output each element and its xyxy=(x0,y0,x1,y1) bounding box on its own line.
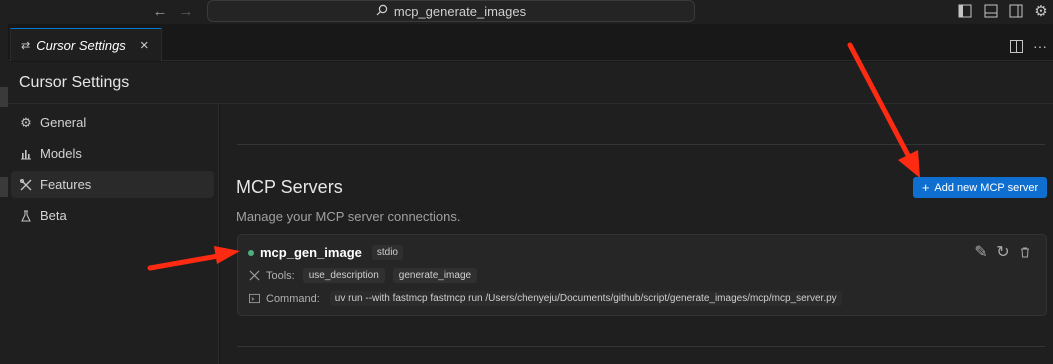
sidebar-item-features[interactable]: Features xyxy=(11,171,214,198)
add-mcp-server-button[interactable]: + Add new MCP server xyxy=(913,177,1047,198)
close-icon[interactable]: × xyxy=(140,37,149,54)
sidebar-item-label: Beta xyxy=(40,208,67,223)
tools-icon xyxy=(248,270,260,282)
refresh-icon[interactable]: ↻ xyxy=(996,244,1010,261)
tab-bar: ⇄ Cursor Settings × ··· xyxy=(8,24,1053,61)
mcp-server-card: mcp_gen_image stdio Tools: use_descripti… xyxy=(237,234,1047,316)
sidebar-item-models[interactable]: Models xyxy=(11,140,214,167)
strip-marker xyxy=(0,87,8,107)
tools-row: Tools: use_description generate_image xyxy=(248,268,478,283)
status-dot xyxy=(248,249,254,256)
search-icon xyxy=(376,4,388,19)
search-text: mcp_generate_images xyxy=(393,3,527,19)
gear-icon: ⚙ xyxy=(20,114,32,130)
sidebar-item-label: Models xyxy=(40,146,82,161)
mcp-section-description: Manage your MCP server connections. xyxy=(236,209,461,224)
bar-chart-icon xyxy=(19,147,33,161)
section-divider xyxy=(237,346,1045,347)
terminal-icon xyxy=(248,293,260,305)
server-header: mcp_gen_image stdio xyxy=(248,245,403,260)
toggle-panel-icon[interactable] xyxy=(983,3,999,19)
command-label: Command: xyxy=(266,292,320,305)
flask-icon xyxy=(19,209,33,223)
toggle-primary-sidebar-icon[interactable] xyxy=(957,3,973,19)
strip-marker xyxy=(0,177,8,197)
tool-chip: generate_image xyxy=(392,268,478,283)
back-arrow-icon[interactable]: ← xyxy=(151,2,169,20)
title-bar: ← → mcp_generate_images ⚙ xyxy=(0,0,1053,24)
command-center-search[interactable]: mcp_generate_images xyxy=(207,0,695,22)
settings-main: MCP Servers Manage your MCP server conne… xyxy=(220,104,1053,364)
split-editor-icon[interactable] xyxy=(1008,38,1024,54)
toggle-secondary-sidebar-icon[interactable] xyxy=(1008,3,1024,19)
mcp-section-title: MCP Servers xyxy=(236,177,343,197)
edit-pencil-icon[interactable]: ✎ xyxy=(974,244,988,261)
command-value: uv run --with fastmcp fastmcp run /Users… xyxy=(329,291,842,306)
tab-cursor-settings[interactable]: ⇄ Cursor Settings × xyxy=(10,28,162,61)
sidebar-item-label: General xyxy=(40,115,87,130)
tool-chip: use_description xyxy=(302,268,385,283)
forward-arrow-icon[interactable]: → xyxy=(177,2,195,20)
settings-header: Cursor Settings xyxy=(8,62,1053,104)
sidebar-item-beta[interactable]: Beta xyxy=(11,202,214,229)
sidebar-item-general[interactable]: ⚙ General xyxy=(11,109,214,136)
sidebar-item-label: Features xyxy=(40,177,92,192)
plus-icon: + xyxy=(921,180,930,195)
server-name: mcp_gen_image xyxy=(260,245,362,260)
page-title: Cursor Settings xyxy=(19,74,130,91)
activity-strip xyxy=(0,24,8,364)
tools-icon xyxy=(19,178,33,192)
tab-label: Cursor Settings xyxy=(36,37,126,53)
add-mcp-server-label: Add new MCP server xyxy=(934,181,1039,194)
settings-sidebar: ⚙ General Models Features Beta xyxy=(8,104,219,364)
more-actions-icon[interactable]: ··· xyxy=(1032,38,1048,54)
section-divider xyxy=(237,144,1045,145)
command-row: Command: uv run --with fastmcp fastmcp r… xyxy=(248,291,842,306)
transport-badge: stdio xyxy=(371,245,403,260)
trash-icon[interactable] xyxy=(1018,245,1032,259)
gear-icon[interactable]: ⚙ xyxy=(1033,3,1049,20)
tools-label: Tools: xyxy=(266,269,295,282)
settings-sliders-icon: ⇄ xyxy=(21,39,31,52)
